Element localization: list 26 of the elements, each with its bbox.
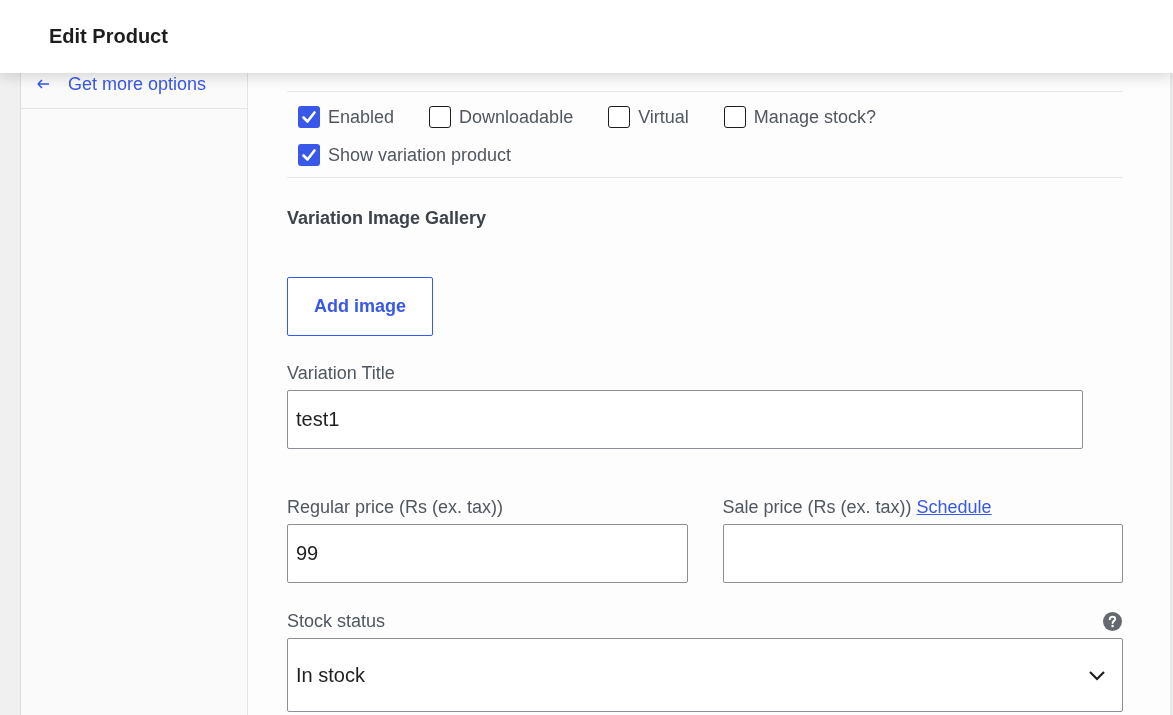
chevron-down-icon — [1088, 669, 1106, 681]
field-label: Variation Title — [287, 362, 395, 384]
stock-status-select[interactable]: In stock — [287, 638, 1123, 712]
checkbox-label: Show variation product — [328, 144, 512, 166]
section-heading: Variation Image Gallery — [287, 207, 487, 229]
checkbox-label: Downloadable — [459, 106, 574, 128]
checkbox[interactable] — [298, 106, 320, 128]
checkbox-label: Virtual — [638, 106, 689, 128]
field-label: Stock status — [287, 610, 386, 632]
checkbox[interactable] — [608, 106, 631, 128]
title-input[interactable]: test1 — [287, 390, 1083, 449]
help-icon[interactable] — [1103, 611, 1122, 631]
price-input[interactable]: 99 — [287, 524, 688, 583]
sidebar-link[interactable]: Get more options — [68, 72, 207, 96]
price-input[interactable] — [722, 524, 1123, 583]
field-label: Sale price (Rs (ex. tax)) — [722, 497, 912, 517]
arrow-icon — [37, 78, 50, 90]
checkbox[interactable] — [298, 144, 320, 166]
field-label: Regular price (Rs (ex. tax)) — [287, 497, 504, 517]
checkbox[interactable] — [723, 106, 746, 128]
page-title: Edit Product — [49, 25, 168, 48]
checkbox-label: Manage stock? — [753, 106, 876, 128]
add-image-button[interactable]: Add image — [287, 277, 433, 336]
schedule-link[interactable]: Schedule — [916, 497, 992, 517]
checkbox-label: Enabled — [328, 106, 395, 128]
checkbox[interactable] — [429, 106, 452, 128]
